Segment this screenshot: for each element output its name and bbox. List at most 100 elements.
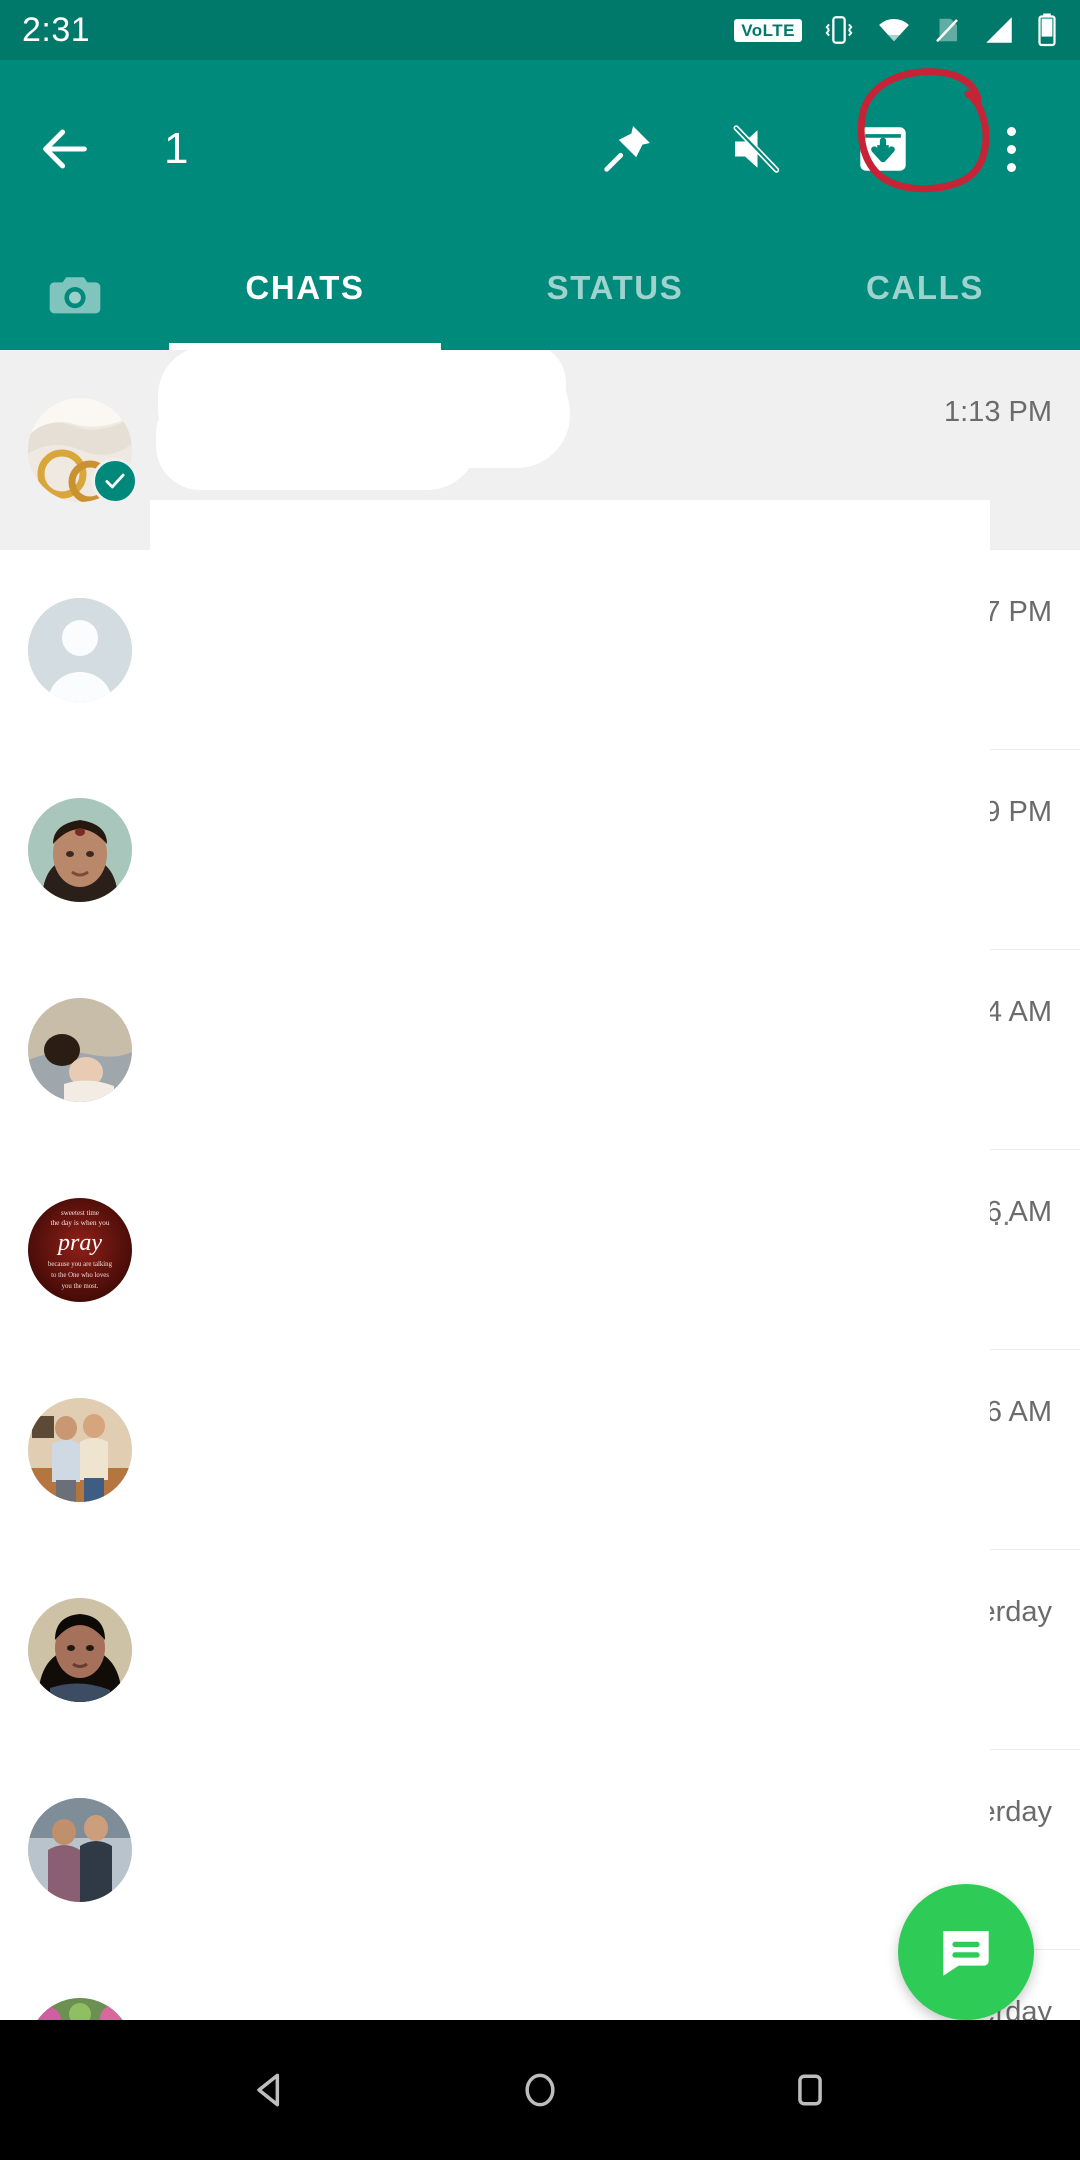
- svg-text:pray: pray: [56, 1230, 102, 1256]
- chat-time: Yesterday: [924, 1596, 1052, 1628]
- volte-badge-icon: VoLTE: [734, 18, 802, 42]
- chat-list[interactable]: Ga 1:13 PM S 1:07 PM 12:39 PM 11:44 AM s…: [0, 350, 1080, 2020]
- avatar-wrapper: [28, 1798, 132, 1902]
- nav-home-icon: [525, 2073, 555, 2107]
- status-bar-icons: VoLTE: [734, 12, 1058, 48]
- woman-photo-icon: [28, 798, 132, 902]
- chat-list-item[interactable]: 11:44 AM: [0, 950, 1080, 1150]
- woman-dark-photo-icon: [28, 1598, 132, 1702]
- svg-text:sweetest time: sweetest time: [61, 1209, 99, 1217]
- nav-recents-button[interactable]: [775, 2055, 845, 2125]
- chat-time: Yesterday: [924, 1796, 1052, 1828]
- chat-name: Ga: [164, 389, 214, 430]
- avatar-wrapper: [28, 1398, 132, 1502]
- chat-list-item[interactable]: Ga 1:13 PM: [0, 350, 1080, 550]
- chat-name: S: [164, 589, 189, 630]
- status-bar: 2:31 VoLTE: [0, 0, 1080, 60]
- archive-chat-button[interactable]: [848, 114, 918, 184]
- avatar[interactable]: [28, 1398, 132, 1502]
- tab-calls[interactable]: CALLS: [770, 238, 1080, 350]
- pin-chat-button[interactable]: [592, 114, 662, 184]
- group-photo-icon: [28, 1998, 132, 2020]
- battery-icon: [1038, 13, 1056, 47]
- pray-quote-photo-icon: sweetest time the day is when you pray b…: [28, 1198, 132, 1302]
- tab-chats[interactable]: CHATS: [150, 238, 460, 350]
- chat-item-body: [164, 1387, 1052, 1513]
- avatar[interactable]: [28, 598, 132, 702]
- chat-message: ess…: [932, 1197, 1012, 1232]
- nav-back-button[interactable]: [235, 2055, 305, 2125]
- chat-bubble-icon: [943, 1931, 989, 1976]
- new-chat-button[interactable]: [898, 1884, 1034, 2020]
- camera-icon: [49, 277, 101, 314]
- pin-icon: [604, 126, 650, 172]
- archive-icon: [860, 127, 906, 171]
- selected-count: 1: [164, 124, 189, 173]
- chat-time: 11:26 AM: [931, 1196, 1052, 1228]
- chat-item-body: [164, 787, 1052, 913]
- chat-time: 9:46 AM: [945, 1396, 1052, 1428]
- chat-time: 1:07 PM: [944, 596, 1052, 628]
- back-button[interactable]: [28, 112, 102, 186]
- selection-toolbar: 1: [0, 60, 1080, 238]
- avatar[interactable]: [28, 798, 132, 902]
- chat-item-body: [164, 1587, 1052, 1713]
- overflow-dots-icon: [1006, 126, 1016, 172]
- chat-time: 1:13 PM: [944, 396, 1052, 428]
- chat-time: 12:39 PM: [927, 796, 1052, 828]
- tab-camera[interactable]: [0, 263, 150, 325]
- chat-list-item[interactable]: sweetest time the day is when you pray b…: [0, 1150, 1080, 1350]
- chat-list-item[interactable]: Yesterday: [0, 1550, 1080, 1750]
- mute-chat-button[interactable]: [720, 114, 790, 184]
- chat-item-body: ess…: [164, 1187, 1052, 1313]
- avatar-wrapper: [28, 998, 132, 1102]
- svg-text:you the most.: you the most.: [62, 1283, 99, 1290]
- nav-recents-icon: [798, 2074, 822, 2106]
- chat-item-body: Ga: [164, 387, 1052, 513]
- avatar-wrapper: [28, 1998, 132, 2020]
- chat-list-item[interactable]: S 1:07 PM: [0, 550, 1080, 750]
- chat-item-body: [164, 1787, 1052, 1913]
- nav-home-button[interactable]: [505, 2055, 575, 2125]
- baby-photo-icon: [28, 998, 132, 1102]
- missed-call-badge: [164, 641, 204, 681]
- overflow-menu-button[interactable]: [976, 114, 1046, 184]
- avatar-wrapper: [28, 398, 138, 504]
- mute-icon: [733, 125, 780, 173]
- tab-status[interactable]: STATUS: [460, 238, 770, 350]
- chat-item-body: S: [164, 587, 1052, 713]
- signal-icon: [986, 17, 1012, 43]
- tab-chats-label: CHATS: [245, 269, 365, 306]
- sim-off-icon: [936, 18, 958, 43]
- chat-item-body: [164, 987, 1052, 1113]
- avatar[interactable]: [28, 998, 132, 1102]
- missed-call-icon: [177, 653, 192, 668]
- back-arrow-icon: [43, 129, 87, 169]
- chat-list-item[interactable]: 12:39 PM: [0, 750, 1080, 950]
- two-men-photo-icon: [28, 1398, 132, 1502]
- default-person-icon: [28, 598, 132, 702]
- chat-time: 11:44 AM: [931, 996, 1052, 1028]
- wifi-icon: [879, 18, 909, 43]
- avatar[interactable]: [28, 1798, 132, 1902]
- nav-back-icon: [257, 2073, 280, 2107]
- svg-text:to the One who loves: to the One who loves: [51, 1272, 109, 1279]
- selected-check-badge: [92, 458, 138, 504]
- avatar[interactable]: [28, 1998, 132, 2020]
- tab-status-label: STATUS: [546, 269, 684, 306]
- chat-list-item[interactable]: 9:46 AM: [0, 1350, 1080, 1550]
- whatsapp-chats-screen: 2:31 VoLTE 1 CHATS STATUS CALLS Ga 1:13 …: [0, 0, 1080, 2160]
- couple-photo-icon: [28, 1798, 132, 1902]
- vibrate-icon: [825, 16, 853, 44]
- avatar-wrapper: sweetest time the day is when you pray b…: [28, 1198, 132, 1302]
- svg-text:the day is when you: the day is when you: [50, 1218, 109, 1227]
- check-icon: [105, 473, 125, 489]
- svg-text:because you are talking: because you are talking: [48, 1261, 113, 1268]
- avatar-wrapper: [28, 598, 132, 702]
- avatar-wrapper: [28, 1598, 132, 1702]
- tab-bar: CHATS STATUS CALLS: [0, 238, 1080, 350]
- avatar[interactable]: sweetest time the day is when you pray b…: [28, 1198, 132, 1302]
- toolbar-actions: [592, 114, 1052, 184]
- avatar[interactable]: [28, 1598, 132, 1702]
- android-nav-bar: [0, 2020, 1080, 2160]
